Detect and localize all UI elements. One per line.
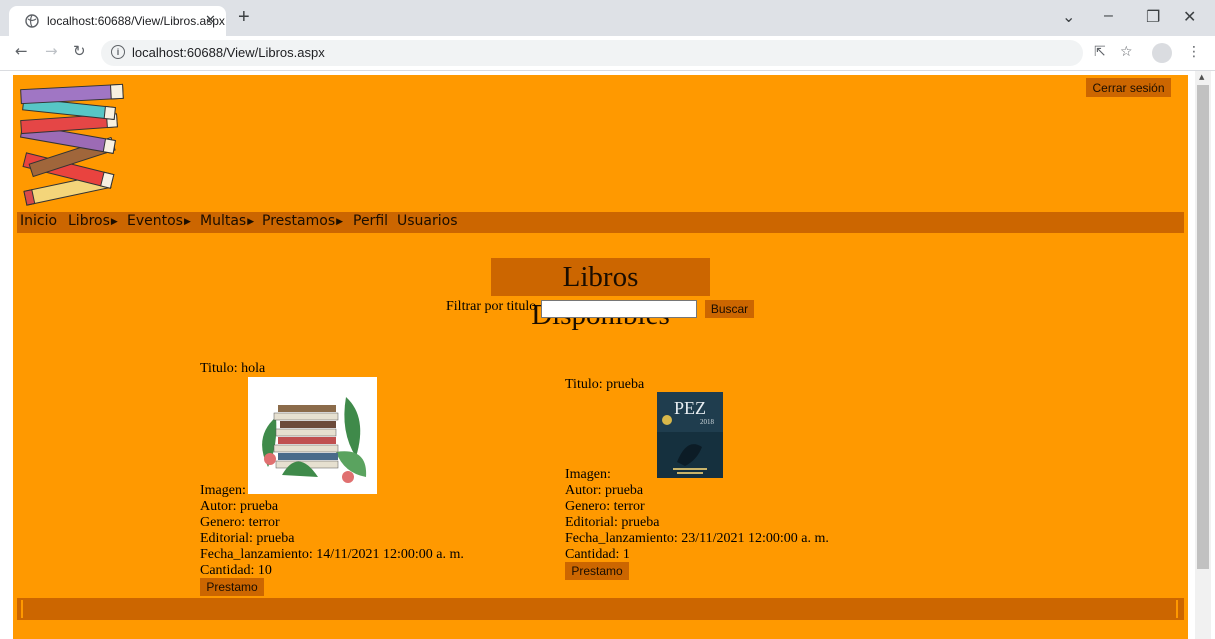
menu-item-label: Perfil [353, 213, 389, 229]
loan-button[interactable]: Prestamo [565, 562, 629, 580]
scrollbar-thumb[interactable] [1197, 85, 1209, 569]
book-image-label: Imagen: [200, 483, 246, 498]
tab-title: localhost:60688/View/Libros.aspx [47, 14, 225, 28]
submenu-arrow-icon: ▶ [183, 217, 191, 227]
back-icon[interactable]: ← [15, 42, 28, 60]
site-info-icon[interactable]: i [111, 45, 125, 59]
page-viewport: Cerrar sesión Inicio Libros▶ Eventos▶ Mu… [0, 71, 1215, 639]
page-footer [17, 598, 1184, 620]
browser-tab[interactable]: localhost:60688/View/Libros.aspx ✕ [9, 6, 226, 36]
menu-item-label: Prestamos [262, 213, 336, 229]
menu-item-eventos[interactable]: Eventos▶ [127, 213, 191, 229]
forward-icon[interactable]: → [45, 42, 58, 60]
vertical-scrollbar[interactable]: ▲ [1195, 71, 1211, 639]
bookmark-star-icon[interactable]: ☆ [1120, 44, 1133, 60]
book-quantity: Cantidad: 1 [565, 547, 630, 562]
footer-divider [1176, 600, 1178, 618]
menu-item-label: Usuarios [397, 213, 458, 229]
book-release-date: Fecha_lanzamiento: 23/11/2021 12:00:00 a… [565, 531, 829, 546]
submenu-arrow-icon: ▶ [110, 217, 118, 227]
browser-menu-icon[interactable]: ⋮ [1187, 44, 1201, 60]
menu-item-libros[interactable]: Libros▶ [68, 213, 118, 229]
book-publisher: Editorial: prueba [200, 531, 295, 546]
globe-icon [25, 14, 39, 28]
menu-item-label: Libros [68, 213, 110, 229]
profile-avatar-icon[interactable] [1152, 43, 1172, 63]
book-genre: Genero: terror [565, 499, 645, 514]
book-author: Autor: prueba [565, 483, 644, 498]
book-image-label: Imagen: [565, 467, 611, 482]
reload-icon[interactable]: ↻ [73, 42, 86, 60]
tab-search-icon[interactable]: ⌄ [1062, 7, 1075, 27]
minimize-icon[interactable]: – [1104, 7, 1113, 25]
main-menu: Inicio Libros▶ Eventos▶ Multas▶ Prestamo… [17, 212, 1184, 233]
book-title: Titulo: hola [200, 361, 266, 376]
restore-icon[interactable]: ❐ [1146, 7, 1160, 27]
menu-item-perfil[interactable]: Perfil [353, 213, 388, 229]
menu-item-label: Multas [200, 213, 247, 229]
loan-button[interactable]: Prestamo [200, 578, 264, 596]
book-genre: Genero: terror [200, 515, 280, 530]
book-cover-image [248, 377, 377, 494]
menu-item-prestamos[interactable]: Prestamos▶ [262, 213, 343, 229]
title-filter-input[interactable] [541, 300, 697, 318]
footer-divider [21, 600, 23, 618]
submenu-arrow-icon: ▶ [247, 217, 255, 227]
menu-item-label: Inicio [20, 213, 58, 229]
search-button[interactable]: Buscar [705, 300, 754, 318]
page-title: Libros Disponibles [491, 258, 710, 331]
book-author: Autor: prueba [200, 499, 279, 514]
book-quantity: Cantidad: 10 [200, 563, 272, 578]
tab-close-icon[interactable]: ✕ [205, 12, 216, 28]
book-cover-image: PEZ 2018 [657, 392, 723, 478]
address-bar[interactable]: i localhost:60688/View/Libros.aspx [101, 40, 1083, 66]
new-tab-button[interactable]: + [238, 6, 250, 29]
book-release-date: Fecha_lanzamiento: 14/11/2021 12:00:00 a… [200, 547, 464, 562]
close-window-icon[interactable]: ✕ [1183, 7, 1196, 27]
submenu-arrow-icon: ▶ [336, 217, 344, 227]
address-url: localhost:60688/View/Libros.aspx [132, 45, 325, 60]
menu-item-inicio[interactable]: Inicio [20, 213, 57, 229]
browser-tab-bar: localhost:60688/View/Libros.aspx ✕ + ⌄ –… [0, 0, 1215, 36]
filter-label: Filtrar por titulo [446, 299, 537, 314]
page-content: Cerrar sesión Inicio Libros▶ Eventos▶ Mu… [13, 75, 1188, 639]
cover-year: 2018 [700, 418, 715, 426]
share-icon[interactable]: ⇱ [1094, 44, 1106, 60]
menu-item-multas[interactable]: Multas▶ [200, 213, 254, 229]
logout-button[interactable]: Cerrar sesión [1086, 78, 1171, 97]
cover-title: PEZ [674, 398, 706, 418]
browser-toolbar: ← → ↻ i localhost:60688/View/Libros.aspx… [0, 36, 1215, 71]
book-publisher: Editorial: prueba [565, 515, 660, 530]
menu-item-usuarios[interactable]: Usuarios [397, 213, 458, 229]
books-logo [19, 83, 124, 206]
menu-item-label: Eventos [127, 213, 183, 229]
book-title: Titulo: prueba [565, 377, 645, 392]
scroll-up-arrow-icon[interactable]: ▲ [1199, 73, 1204, 81]
